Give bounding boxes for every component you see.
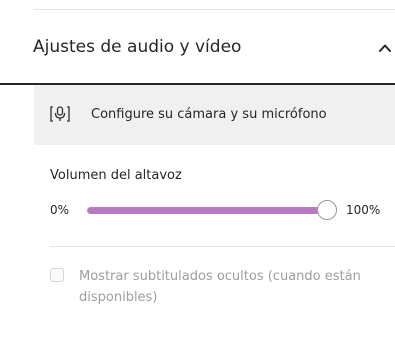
volume-max-label: 100% (346, 203, 381, 217)
chevron-up-icon[interactable] (378, 41, 392, 55)
top-divider (34, 9, 395, 10)
section-title: Ajustes de audio y vídeo (33, 37, 242, 57)
volume-min-label: 0% (50, 203, 70, 217)
camera-setup-label: Configure su cámara y su micrófono (91, 107, 327, 122)
slider-fill (87, 207, 337, 214)
slider-track (87, 207, 337, 214)
speaker-volume-label: Volumen del altavoz (50, 168, 182, 183)
speaker-volume-slider[interactable] (87, 200, 337, 222)
slider-thumb[interactable] (317, 200, 337, 220)
audio-video-settings-header[interactable]: Ajustes de audio y vídeo (0, 27, 395, 85)
closed-captions-label[interactable]: Mostrar subtitulados ocultos (cuando est… (79, 266, 379, 308)
closed-captions-checkbox[interactable] (50, 268, 64, 282)
camera-microphone-setup-button[interactable]: Configure su cámara y su micrófono (34, 85, 395, 145)
divider (50, 246, 395, 247)
camera-microphone-icon (50, 106, 70, 122)
